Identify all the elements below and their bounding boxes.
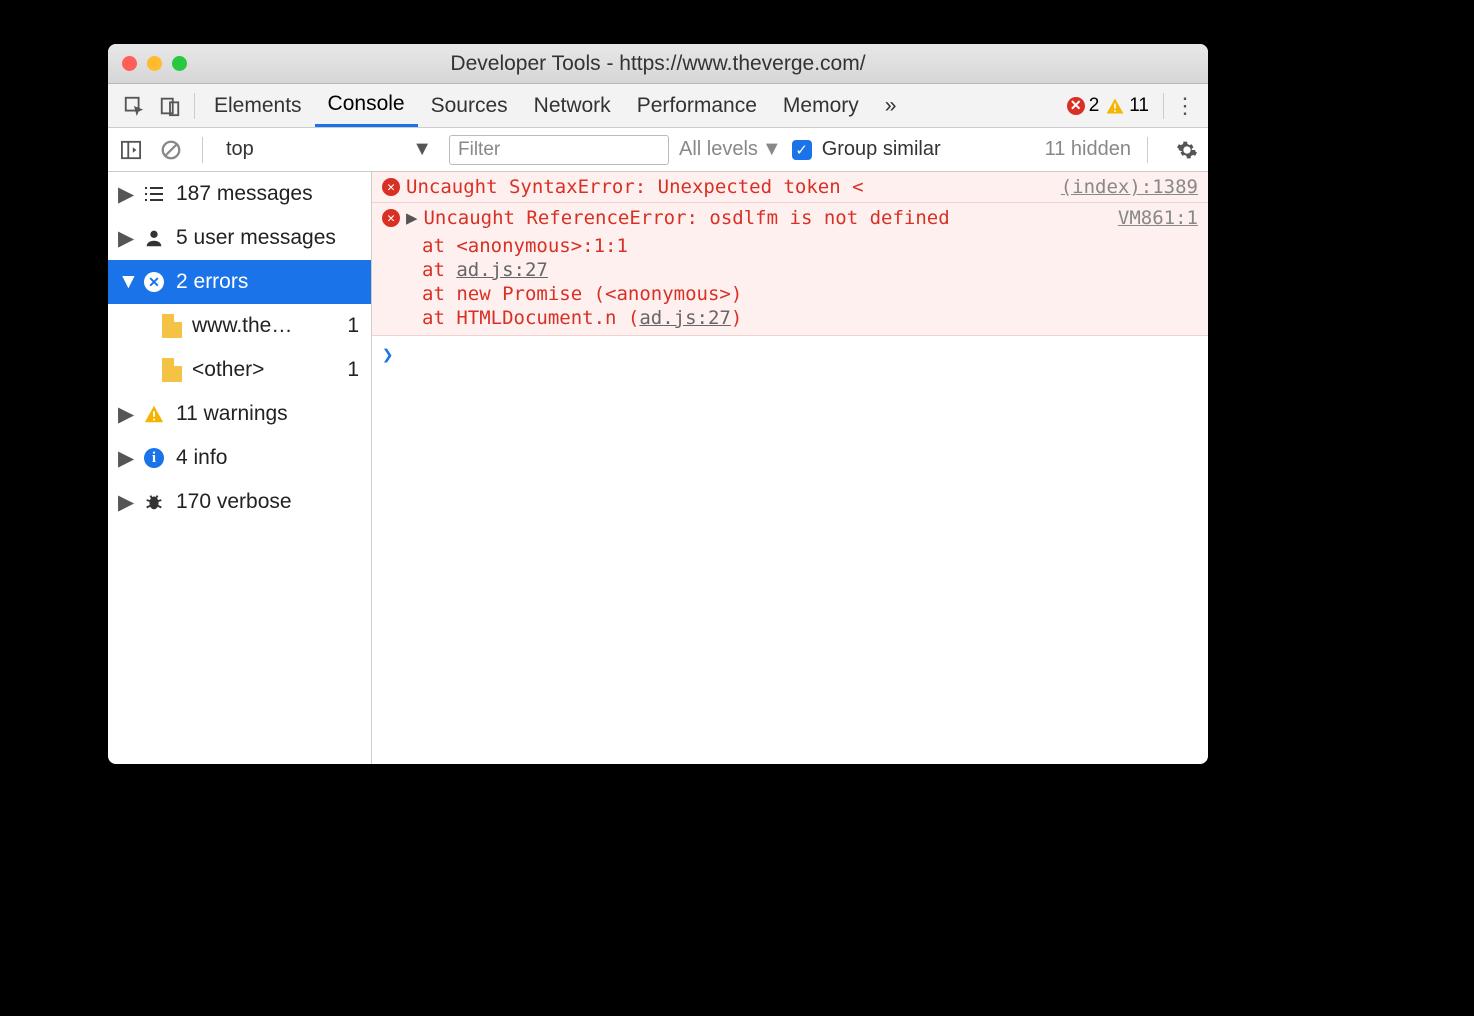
warning-icon (142, 402, 166, 426)
devtools-tabs: Elements Console Sources Network Perform… (108, 84, 1208, 128)
chevron-down-icon: ▼ (412, 138, 432, 161)
message-source-link[interactable]: (index):1389 (1061, 176, 1198, 198)
collapse-icon: ▼ (118, 270, 132, 294)
context-selector[interactable]: top ▼ (219, 137, 439, 162)
log-levels-selector[interactable]: All levels ▼ (679, 138, 782, 161)
expand-icon: ▶ (118, 446, 132, 471)
zoom-icon[interactable] (172, 56, 187, 71)
toggle-sidebar-icon[interactable] (116, 132, 146, 168)
sidebar-item-label: 4 info (176, 446, 227, 470)
inspect-element-icon[interactable] (116, 88, 152, 124)
window-title: Developer Tools - https://www.theverge.c… (108, 52, 1208, 76)
expand-icon: ▶ (118, 490, 132, 515)
separator (1163, 93, 1164, 119)
error-icon: ✕ (382, 209, 400, 227)
warning-count: 11 (1129, 95, 1149, 117)
console-output: ✕ Uncaught SyntaxError: Unexpected token… (372, 172, 1208, 764)
group-similar-label: Group similar (822, 138, 941, 161)
sidebar-item-label: 170 verbose (176, 490, 292, 514)
error-count: 2 (1089, 95, 1100, 117)
status-badges[interactable]: ✕2 11 (1059, 95, 1157, 117)
kebab-menu-icon[interactable]: ⋮ (1170, 93, 1200, 119)
sidebar-item-user-messages[interactable]: ▶ 5 user messages (108, 216, 371, 260)
sidebar-item-label: 11 warnings (176, 402, 288, 426)
console-body: ▶ 187 messages ▶ 5 user messages ▼ ✕ 2 e… (108, 172, 1208, 764)
close-icon[interactable] (122, 56, 137, 71)
tab-sources[interactable]: Sources (418, 84, 521, 127)
filter-input[interactable] (449, 135, 669, 165)
console-message-error[interactable]: ✕ ▶ Uncaught ReferenceError: osdlfm is n… (372, 203, 1208, 336)
source-link[interactable]: ad.js:27 (639, 307, 731, 329)
sidebar-item-label: 187 messages (176, 182, 313, 206)
separator (1147, 137, 1148, 163)
message-text: Uncaught ReferenceError: osdlfm is not d… (423, 207, 949, 229)
sidebar-item-info[interactable]: ▶ i 4 info (108, 436, 371, 480)
message-sidebar: ▶ 187 messages ▶ 5 user messages ▼ ✕ 2 e… (108, 172, 372, 764)
file-icon (162, 358, 182, 382)
expand-icon[interactable]: ▶ (406, 207, 417, 229)
tab-console[interactable]: Console (315, 84, 418, 127)
sidebar-item-label: 5 user messages (176, 226, 336, 250)
sidebar-item-count: 1 (347, 314, 365, 338)
sidebar-item-label: www.the… (192, 314, 292, 338)
error-icon: ✕ (382, 178, 400, 196)
info-icon: i (142, 446, 166, 470)
device-toolbar-icon[interactable] (152, 88, 188, 124)
sidebar-item-count: 1 (347, 358, 365, 382)
separator (202, 137, 203, 163)
tab-memory[interactable]: Memory (770, 84, 872, 127)
traffic-lights (122, 56, 187, 71)
tabs-overflow-icon[interactable]: » (872, 84, 910, 127)
minimize-icon[interactable] (147, 56, 162, 71)
chevron-down-icon: ▼ (762, 138, 782, 161)
hidden-count[interactable]: 11 hidden (1045, 138, 1131, 161)
source-link[interactable]: ad.js:27 (456, 259, 548, 281)
group-similar-checkbox[interactable]: ✓ (792, 140, 812, 160)
sidebar-item-warnings[interactable]: ▶ 11 warnings (108, 392, 371, 436)
sidebar-item-label: 2 errors (176, 270, 248, 294)
expand-icon: ▶ (118, 402, 132, 427)
console-message-error[interactable]: ✕ Uncaught SyntaxError: Unexpected token… (372, 172, 1208, 203)
sidebar-item-messages[interactable]: ▶ 187 messages (108, 172, 371, 216)
warning-icon (1105, 96, 1125, 116)
sidebar-item-error-source[interactable]: www.the… 1 (108, 304, 371, 348)
expand-icon: ▶ (118, 226, 132, 251)
user-icon (142, 226, 166, 250)
bug-icon (142, 490, 166, 514)
sidebar-item-verbose[interactable]: ▶ 170 verbose (108, 480, 371, 524)
list-icon (142, 182, 166, 206)
message-source-link[interactable]: VM861:1 (1118, 207, 1198, 331)
sidebar-item-error-source[interactable]: <other> 1 (108, 348, 371, 392)
context-label: top (226, 138, 254, 161)
console-toolbar: top ▼ All levels ▼ ✓ Group similar 11 hi… (108, 128, 1208, 172)
message-text: Uncaught SyntaxError: Unexpected token < (406, 176, 864, 198)
clear-console-icon[interactable] (156, 132, 186, 168)
expand-icon: ▶ (118, 182, 132, 207)
stack-trace: at <anonymous>:1:1 at ad.js:27 at new Pr… (382, 235, 1118, 331)
devtools-window: Developer Tools - https://www.theverge.c… (108, 44, 1208, 764)
file-icon (162, 314, 182, 338)
error-icon: ✕ (1067, 97, 1085, 115)
sidebar-item-label: <other> (192, 358, 264, 382)
tab-network[interactable]: Network (521, 84, 624, 127)
tab-elements[interactable]: Elements (201, 84, 315, 127)
separator (194, 93, 195, 119)
sidebar-item-errors[interactable]: ▼ ✕ 2 errors (108, 260, 371, 304)
console-prompt[interactable]: ❯ (372, 336, 1208, 374)
titlebar: Developer Tools - https://www.theverge.c… (108, 44, 1208, 84)
settings-icon[interactable] (1174, 137, 1200, 163)
tab-performance[interactable]: Performance (624, 84, 770, 127)
error-icon: ✕ (142, 270, 166, 294)
